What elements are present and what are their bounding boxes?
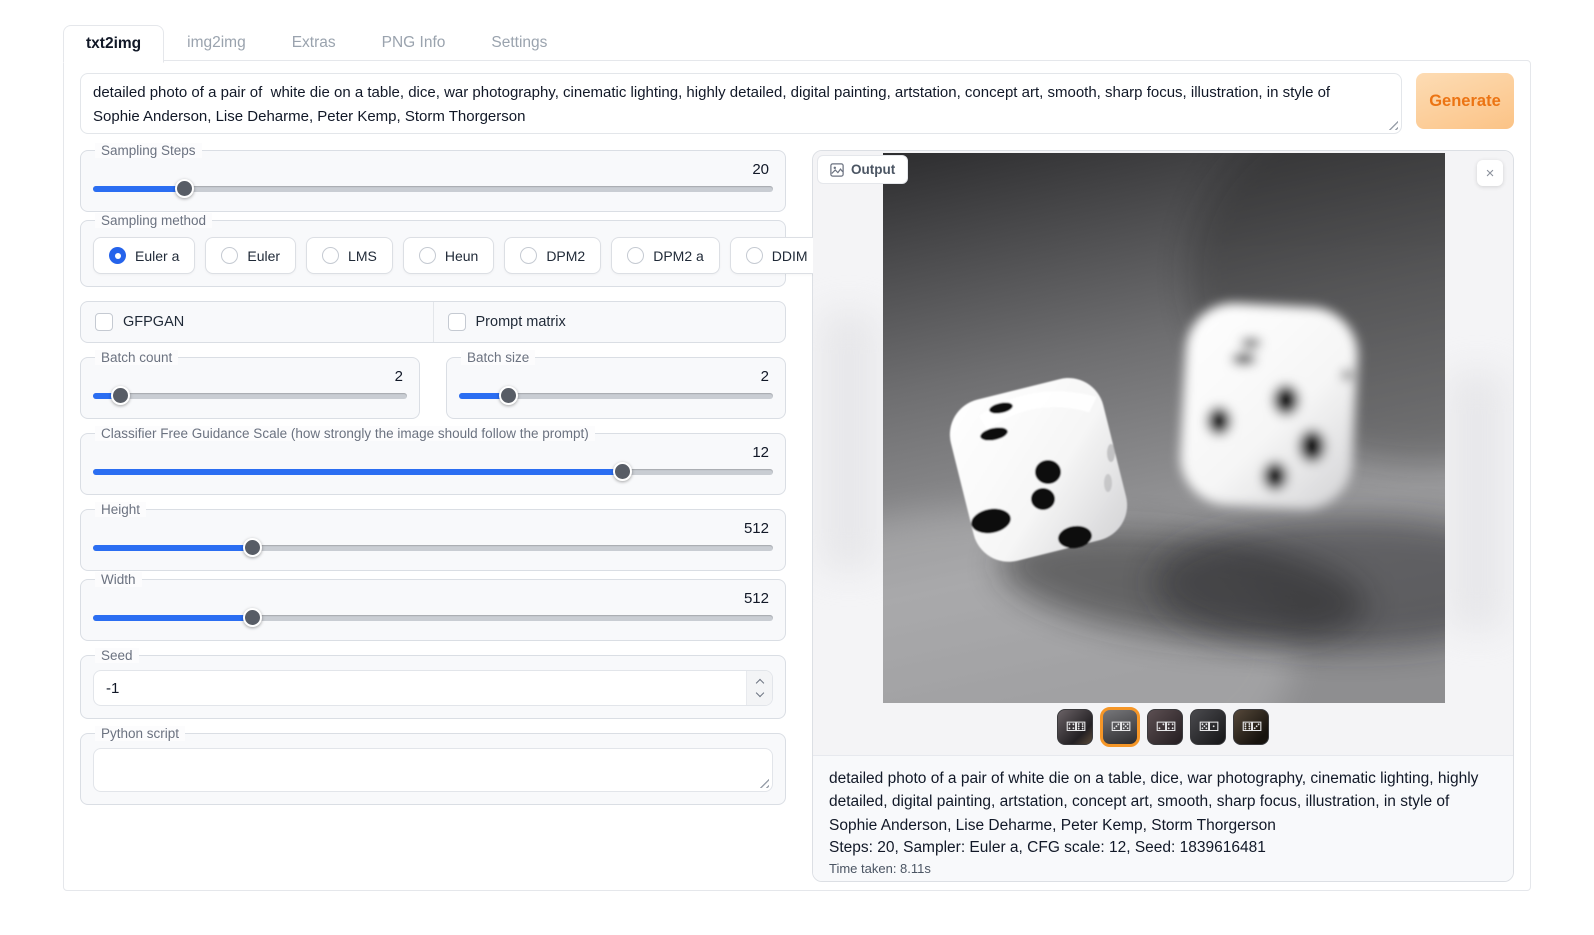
python-script-input[interactable]: [94, 749, 772, 791]
checkbox-icon: [95, 313, 113, 331]
batch-size-slider[interactable]: [459, 386, 773, 406]
thumbnail-3[interactable]: ⚁⚃: [1147, 709, 1183, 745]
width-group: Width 512: [80, 579, 786, 641]
thumbnail-4[interactable]: ⚄⚀: [1190, 709, 1226, 745]
radio-lms[interactable]: LMS: [306, 237, 393, 274]
radio-dot-icon: [322, 247, 339, 264]
caption-params: Steps: 20, Sampler: Euler a, CFG scale: …: [829, 839, 1497, 857]
radio-dot-icon: [746, 247, 763, 264]
radio-label: Euler: [247, 248, 280, 264]
radio-label: Heun: [445, 248, 478, 264]
height-group: Height 512: [80, 509, 786, 571]
prompt-matrix-checkbox[interactable]: Prompt matrix: [433, 302, 786, 342]
sampling-method-label: Sampling method: [95, 213, 212, 228]
thumbnail-5[interactable]: ⚅⚂: [1233, 709, 1269, 745]
python-script-group: Python script: [80, 733, 786, 805]
radio-dot-icon: [627, 247, 644, 264]
radio-dot-icon: [221, 247, 238, 264]
thumbnail-1[interactable]: ⚃⚅: [1057, 709, 1093, 745]
seed-value: -1: [94, 680, 119, 697]
tab-settings[interactable]: Settings: [468, 24, 570, 62]
batch-count-slider[interactable]: [93, 386, 407, 406]
number-spinner[interactable]: [746, 671, 772, 705]
radio-label: DDIM: [772, 248, 808, 264]
width-value: 512: [93, 590, 773, 607]
width-label: Width: [95, 572, 142, 587]
settings-column: Sampling Steps 20 Sampling method Euler …: [80, 150, 786, 882]
thumbnail-strip: ⚃⚅ ⚂⚄ ⚁⚃ ⚄⚀ ⚅⚂: [813, 709, 1513, 747]
thumbnail-2-selected[interactable]: ⚂⚄: [1100, 707, 1140, 747]
tab-img2img[interactable]: img2img: [164, 24, 269, 62]
output-chip: Output: [817, 155, 908, 184]
prompt-row: detailed photo of a pair of white die on…: [80, 73, 1514, 134]
radio-dot-icon: [419, 247, 436, 264]
viewer-blur-right: [1447, 371, 1507, 631]
image-icon: [830, 163, 844, 177]
spinner-up-icon[interactable]: [755, 679, 763, 687]
radio-dpm2[interactable]: DPM2: [504, 237, 601, 274]
radio-dot-icon: [520, 247, 537, 264]
cfg-scale-group: Classifier Free Guidance Scale (how stro…: [80, 433, 786, 495]
height-slider[interactable]: [93, 538, 773, 558]
caption-time: Time taken: 8.11s: [829, 861, 1497, 876]
close-icon[interactable]: ×: [1477, 160, 1503, 186]
seed-group: Seed -1: [80, 655, 786, 719]
sampling-steps-group: Sampling Steps 20: [80, 150, 786, 212]
batch-count-group: Batch count 2: [80, 357, 420, 419]
cfg-scale-value: 12: [93, 444, 773, 461]
tab-bar: txt2img img2img Extras PNG Info Settings: [63, 24, 570, 62]
gfpgan-label: GFPGAN: [123, 314, 184, 330]
radio-ddim[interactable]: DDIM: [730, 237, 824, 274]
generation-info: detailed photo of a pair of white die on…: [813, 755, 1513, 882]
prompt-box: detailed photo of a pair of white die on…: [80, 73, 1402, 134]
cfg-scale-label: Classifier Free Guidance Scale (how stro…: [95, 426, 595, 441]
seed-label: Seed: [95, 648, 139, 663]
batch-size-group: Batch size 2: [446, 357, 786, 419]
generate-button[interactable]: Generate: [1416, 73, 1514, 129]
app-root: txt2img img2img Extras PNG Info Settings…: [0, 0, 1594, 935]
height-value: 512: [93, 520, 773, 537]
generated-image[interactable]: [883, 153, 1445, 703]
tab-txt2img[interactable]: txt2img: [63, 25, 164, 63]
python-script-box: [93, 748, 773, 792]
radio-dot-icon: [109, 247, 126, 264]
seed-input[interactable]: -1: [93, 670, 773, 706]
gfpgan-checkbox[interactable]: GFPGAN: [81, 302, 433, 342]
batch-count-value: 2: [93, 368, 407, 385]
batch-size-label: Batch size: [461, 350, 535, 365]
txt2img-panel: detailed photo of a pair of white die on…: [63, 60, 1531, 891]
output-column: Output × ⚃⚅ ⚂⚄ ⚁⚃ ⚄⚀ ⚅⚂ detailed photo o…: [812, 150, 1514, 882]
radio-label: DPM2: [546, 248, 585, 264]
radio-label: Euler a: [135, 248, 179, 264]
height-label: Height: [95, 502, 146, 517]
output-label: Output: [851, 162, 895, 177]
sampling-steps-slider[interactable]: [93, 179, 773, 199]
batch-size-value: 2: [459, 368, 773, 385]
sampling-method-group: Sampling method Euler a Euler LMS Heun D…: [80, 220, 786, 287]
prompt-matrix-label: Prompt matrix: [476, 314, 566, 330]
tab-png-info[interactable]: PNG Info: [359, 24, 469, 62]
radio-heun[interactable]: Heun: [403, 237, 494, 274]
toggles-group: GFPGAN Prompt matrix: [80, 301, 786, 343]
prompt-input[interactable]: detailed photo of a pair of white die on…: [81, 74, 1401, 128]
width-slider[interactable]: [93, 608, 773, 628]
sampling-steps-label: Sampling Steps: [95, 143, 202, 158]
python-script-label: Python script: [95, 726, 185, 741]
radio-label: DPM2 a: [653, 248, 704, 264]
sampling-method-options: Euler a Euler LMS Heun DPM2 DPM2 a DDIM …: [93, 237, 773, 274]
caption-prompt: detailed photo of a pair of white die on…: [829, 767, 1497, 837]
sampling-steps-value: 20: [93, 161, 773, 178]
radio-euler-a[interactable]: Euler a: [93, 237, 195, 274]
spinner-down-icon[interactable]: [755, 689, 763, 697]
radio-label: LMS: [348, 248, 377, 264]
checkbox-icon: [448, 313, 466, 331]
output-panel: Output × ⚃⚅ ⚂⚄ ⚁⚃ ⚄⚀ ⚅⚂ detailed photo o…: [812, 150, 1514, 882]
image-viewer: Output × ⚃⚅ ⚂⚄ ⚁⚃ ⚄⚀ ⚅⚂: [813, 151, 1513, 755]
cfg-scale-slider[interactable]: [93, 462, 773, 482]
tab-extras[interactable]: Extras: [269, 24, 359, 62]
radio-euler[interactable]: Euler: [205, 237, 296, 274]
batch-count-label: Batch count: [95, 350, 178, 365]
viewer-blur-left: [819, 311, 879, 571]
radio-dpm2-a[interactable]: DPM2 a: [611, 237, 720, 274]
